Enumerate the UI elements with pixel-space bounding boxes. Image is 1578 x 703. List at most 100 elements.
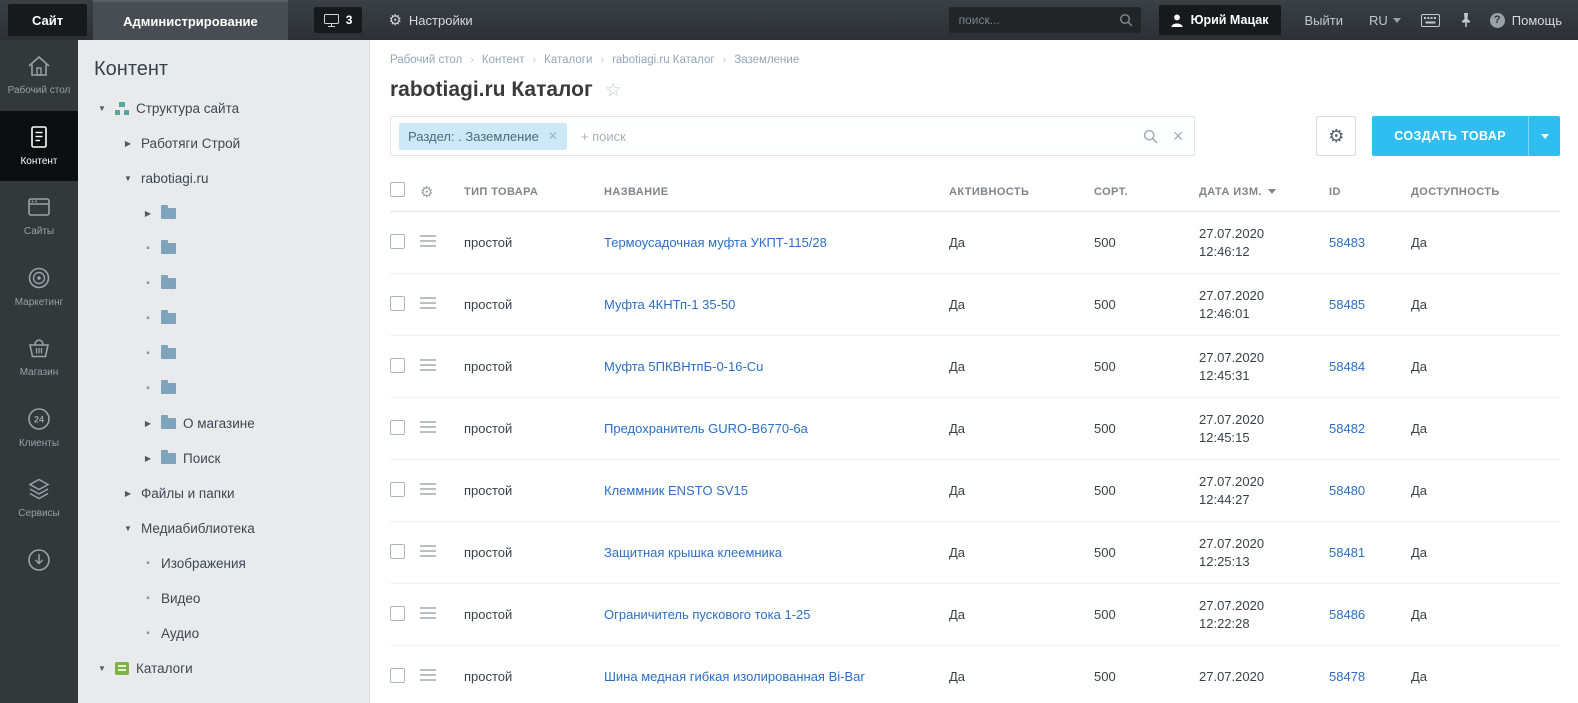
tree-toggle-icon[interactable] [122,139,134,148]
tree-item[interactable] [78,266,369,301]
tree-toggle-icon[interactable] [142,454,154,463]
search-icon[interactable] [1119,13,1133,27]
tree-item[interactable]: Работяги Строй [78,126,369,161]
tree-toggle-icon[interactable] [96,664,108,673]
table-settings-gear-icon[interactable]: ⚙ [420,183,464,201]
drag-handle-icon[interactable] [420,545,436,557]
column-header-type[interactable]: ТИП ТОВАРА [464,186,604,198]
tree-item[interactable]: Изображения [78,546,369,581]
row-checkbox[interactable] [390,605,405,621]
product-name-link[interactable]: Термоусадочная муфта УКПТ-115/28 [604,235,827,250]
product-id-link[interactable]: 58483 [1329,235,1365,250]
tree-item[interactable]: Медиабиблиотека [78,511,369,546]
rail-item-shop[interactable]: Магазин [0,322,78,393]
table-row[interactable]: простой Муфта 4КНТп-1 35-50 Да 500 27.07… [390,274,1560,336]
help-button[interactable]: Помощь [1489,12,1562,28]
tree-item[interactable] [78,196,369,231]
select-all-checkbox[interactable] [390,181,405,197]
product-name-link[interactable]: Муфта 5ПКВНтпБ-0-16-Cu [604,359,763,374]
tree-item[interactable]: Поиск [78,441,369,476]
rail-item-sites[interactable]: Сайты [0,181,78,252]
tree-item[interactable] [78,371,369,406]
tree-item[interactable]: rabotiagi.ru [78,161,369,196]
product-name-link[interactable]: Шина медная гибкая изолированная Bi-Bar [604,669,865,684]
breadcrumb-link[interactable]: Каталоги [544,54,592,66]
tree-toggle-icon[interactable] [96,104,108,113]
drag-handle-icon[interactable] [420,669,436,681]
create-product-button[interactable]: СОЗДАТЬ ТОВАР [1372,116,1560,156]
breadcrumb-link[interactable]: Контент [482,54,525,66]
drag-handle-icon[interactable] [420,421,436,433]
tree-toggle-icon[interactable] [142,278,154,289]
drag-handle-icon[interactable] [420,483,436,495]
drag-handle-icon[interactable] [420,297,436,309]
table-row[interactable]: простой Предохранитель GURO-B6770-6a Да … [390,398,1560,460]
table-row[interactable]: простой Шина медная гибкая изолированная… [390,646,1560,703]
rail-item-content[interactable]: Контент [0,110,78,181]
table-row[interactable]: простой Муфта 5ПКВНтпБ-0-16-Cu Да 500 27… [390,336,1560,398]
product-id-link[interactable]: 58484 [1329,359,1365,374]
row-checkbox[interactable] [390,357,405,373]
row-checkbox[interactable] [390,481,405,497]
column-header-date[interactable]: ДАТА ИЗМ. [1199,186,1329,198]
filter-search-input[interactable] [578,127,1136,145]
table-row[interactable]: простой Защитная крышка клеемника Да 500… [390,522,1560,584]
site-button[interactable]: Сайт [8,4,88,36]
rail-item-marketing[interactable]: Маркетинг [0,252,78,323]
rail-item-desktop[interactable]: Рабочий стол [0,40,78,111]
tree-toggle-icon[interactable] [142,593,154,604]
product-name-link[interactable]: Клеммник ENSTO SV15 [604,483,748,498]
row-checkbox[interactable] [390,233,405,249]
column-header-id[interactable]: ID [1329,186,1411,198]
filter-chip-section[interactable]: Раздел: . Заземление [399,122,567,150]
breadcrumb-link[interactable]: Заземление [734,54,799,66]
create-product-dropdown[interactable] [1528,116,1560,156]
keyboard-button[interactable] [1420,13,1440,27]
administration-tab[interactable]: Администрирование [93,0,288,40]
column-header-active[interactable]: АКТИВНОСТЬ [949,186,1094,198]
column-header-availability[interactable]: ДОСТУПНОСТЬ [1411,186,1560,198]
tree-item[interactable]: Аудио [78,616,369,651]
pin-button[interactable] [1460,12,1472,28]
column-header-name[interactable]: НАЗВАНИЕ [604,186,949,198]
product-name-link[interactable]: Предохранитель GURO-B6770-6a [604,421,808,436]
product-id-link[interactable]: 58482 [1329,421,1365,436]
tree-toggle-icon[interactable] [142,348,154,359]
tree-toggle-icon[interactable] [122,524,134,533]
tree-toggle-icon[interactable] [142,313,154,324]
rail-item-more[interactable] [0,534,78,586]
user-button[interactable]: Юрий Мацак [1158,5,1281,35]
search-input[interactable] [956,12,1119,28]
tree-item[interactable]: Видео [78,581,369,616]
settings-button[interactable]: ⚙ Настройки [388,11,472,29]
language-selector[interactable]: RU [1369,13,1401,28]
product-id-link[interactable]: 58481 [1329,545,1365,560]
favorite-star-icon[interactable] [605,79,622,102]
table-row[interactable]: простой Термоусадочная муфта УКПТ-115/28… [390,212,1560,274]
tree-item[interactable]: Структура сайта [78,91,369,126]
tree-toggle-icon[interactable] [142,558,154,569]
filter-search-icon[interactable] [1143,129,1158,144]
row-checkbox[interactable] [390,667,405,683]
tree-toggle-icon[interactable] [142,383,154,394]
tree-item[interactable]: Файлы и папки [78,476,369,511]
row-checkbox[interactable] [390,419,405,435]
product-name-link[interactable]: Муфта 4КНТп-1 35-50 [604,297,735,312]
drag-handle-icon[interactable] [420,607,436,619]
product-name-link[interactable]: Ограничитель пускового тока 1-25 [604,607,810,622]
rail-item-clients[interactable]: 24 Клиенты [0,393,78,464]
filter-bar[interactable]: Раздел: . Заземление [390,116,1195,156]
product-id-link[interactable]: 58485 [1329,297,1365,312]
table-row[interactable]: простой Ограничитель пускового тока 1-25… [390,584,1560,646]
row-checkbox[interactable] [390,295,405,311]
row-checkbox[interactable] [390,543,405,559]
tree-toggle-icon[interactable] [142,419,154,428]
rail-item-services[interactable]: Сервисы [0,463,78,534]
logout-link[interactable]: Выйти [1305,13,1344,28]
column-header-sort[interactable]: СОРТ. [1094,186,1199,198]
tree-toggle-icon[interactable] [142,243,154,254]
notifications-button[interactable]: 3 [313,7,363,33]
tree-toggle-icon[interactable] [122,174,134,183]
chip-close-icon[interactable] [548,129,558,143]
product-id-link[interactable]: 58478 [1329,669,1365,684]
